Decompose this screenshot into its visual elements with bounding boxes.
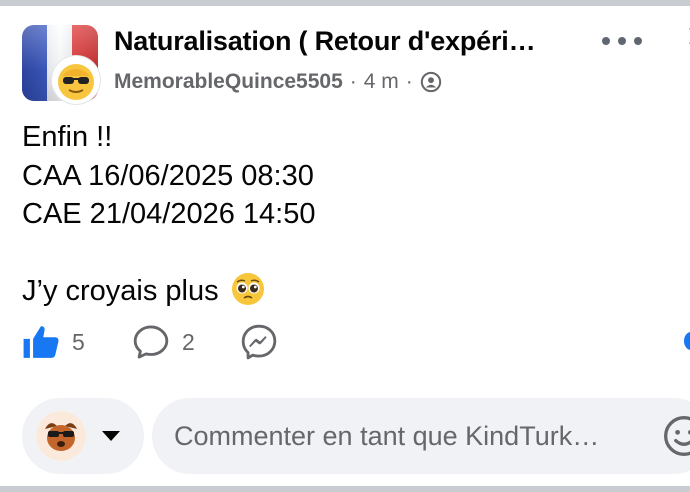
dog-sunglasses-avatar-icon: [36, 411, 86, 461]
more-icon-dot: [618, 37, 626, 45]
author-name[interactable]: MemorableQuince5505: [114, 70, 343, 94]
edge-indicator: [684, 332, 690, 350]
meta-separator-2: ·: [405, 70, 413, 93]
post-time[interactable]: 4 m: [364, 70, 399, 94]
post-body: Enfin !! CAA 16/06/2025 08:30 CAE 21/04/…: [22, 118, 662, 311]
author-avatar[interactable]: [52, 56, 100, 104]
more-icon-dot: [602, 37, 610, 45]
post-line: [22, 234, 662, 273]
group-title[interactable]: Naturalisation ( Retour d'expéri…: [114, 26, 564, 57]
comment-input[interactable]: Commenter en tant que KindTurk…: [152, 398, 690, 474]
pleading-face-emoji-icon: [231, 273, 264, 306]
caret-down-icon: [102, 431, 120, 441]
post-line-text: J’y croyais plus: [22, 275, 219, 308]
messenger-share-button[interactable]: [240, 323, 278, 361]
comment-icon: [133, 325, 169, 359]
messenger-icon: [241, 324, 277, 360]
like-button[interactable]: 5: [22, 323, 132, 361]
comment-composer: Commenter en tant que KindTurk…: [22, 398, 690, 474]
meta-separator: ·: [349, 70, 357, 93]
action-bar: 5 2: [22, 322, 278, 362]
post-line: CAA 16/06/2025 08:30: [22, 159, 314, 192]
post-line: CAE 21/04/2026 14:50: [22, 198, 316, 231]
like-icon: [23, 326, 59, 358]
comment-count: 2: [182, 328, 195, 355]
post-line: Enfin !!: [22, 121, 113, 153]
comment-button[interactable]: 2: [132, 323, 240, 361]
comment-placeholder: Commenter en tant que KindTurk…: [174, 420, 600, 451]
profile-switcher-button[interactable]: [22, 398, 144, 474]
close-icon[interactable]: [676, 24, 690, 60]
sunglasses-face-icon: [58, 64, 94, 100]
commenter-avatar: [36, 411, 86, 461]
emoji-icon[interactable]: [662, 414, 690, 458]
more-options-button[interactable]: [602, 30, 642, 52]
post-meta: MemorableQuince5505 · 4 m ·: [114, 70, 442, 94]
privacy-icon: [420, 71, 441, 93]
top-divider: [0, 0, 690, 6]
more-icon-dot: [634, 37, 642, 45]
bottom-divider: [0, 486, 690, 492]
post-line-last: J’y croyais plus: [22, 272, 662, 311]
like-count: 5: [72, 328, 85, 355]
